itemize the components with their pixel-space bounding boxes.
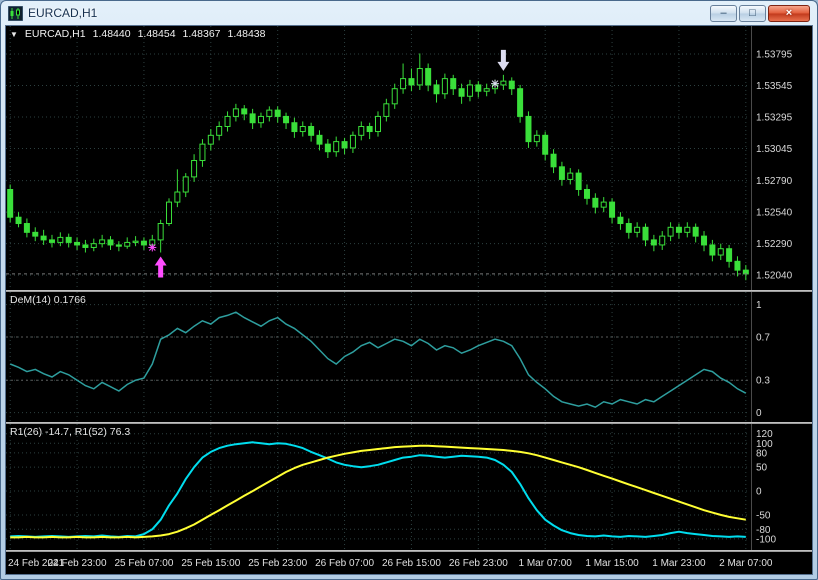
svg-text:1.53545: 1.53545 bbox=[756, 81, 793, 92]
close-icon: × bbox=[785, 6, 793, 19]
open-value: 1.48440 bbox=[92, 28, 131, 40]
svg-text:0.3: 0.3 bbox=[756, 376, 770, 387]
svg-text:25 Feb 07:00: 25 Feb 07:00 bbox=[114, 558, 173, 569]
svg-text:1.53045: 1.53045 bbox=[756, 144, 793, 155]
svg-text:1.52540: 1.52540 bbox=[756, 208, 793, 219]
price-chart-canvas[interactable]: 1.53795 1.53545 1.53295 1.53045 1.52790 1.525… bbox=[6, 26, 812, 290]
demarker-panel: 1 0.7 0.3 0 DeM(14) 0.1766 bbox=[6, 292, 812, 422]
chart-area: 1.53795 1.53545 1.53295 1.53045 1.52790 1.525… bbox=[5, 25, 813, 575]
svg-text:1: 1 bbox=[756, 300, 762, 311]
svg-text:26 Feb 07:00: 26 Feb 07:00 bbox=[315, 558, 374, 569]
svg-text:2 Mar 07:00: 2 Mar 07:00 bbox=[719, 558, 773, 569]
demarker-canvas[interactable]: 1 0.7 0.3 0 bbox=[6, 292, 812, 422]
svg-text:1.53795: 1.53795 bbox=[756, 50, 793, 61]
price-chart-panel: 1.53795 1.53545 1.53295 1.53045 1.52790 1.525… bbox=[6, 26, 812, 290]
svg-text:1.52290: 1.52290 bbox=[756, 239, 793, 250]
title-bar[interactable]: EURCAD,H1 – □ × bbox=[5, 1, 813, 25]
window-title: EURCAD,H1 bbox=[28, 6, 98, 20]
svg-text:25 Feb 23:00: 25 Feb 23:00 bbox=[248, 558, 307, 569]
svg-text:0: 0 bbox=[756, 487, 762, 498]
oscillator-canvas[interactable]: 12010080500-50-80-100 bbox=[6, 424, 812, 550]
svg-text:0.7: 0.7 bbox=[756, 333, 770, 344]
svg-text:1 Mar 15:00: 1 Mar 15:00 bbox=[585, 558, 639, 569]
ohlc-readout: ▼ EURCAD,H1 1.48440 1.48454 1.48367 1.48… bbox=[10, 28, 265, 40]
close-value: 1.48438 bbox=[227, 28, 266, 40]
close-button[interactable]: × bbox=[768, 4, 810, 22]
svg-text:1.52040: 1.52040 bbox=[756, 271, 793, 282]
symbol-label: EURCAD,H1 bbox=[24, 28, 86, 40]
demarker-label: DeM(14) 0.1766 bbox=[10, 294, 86, 306]
restore-button[interactable]: □ bbox=[739, 4, 766, 22]
symbol-dropdown-icon[interactable]: ▼ bbox=[10, 30, 18, 39]
svg-text:1 Mar 07:00: 1 Mar 07:00 bbox=[519, 558, 573, 569]
oscillator-label: R1(26) -14.7, R1(52) 76.3 bbox=[10, 426, 131, 438]
time-axis-canvas: 24 Feb 202124 Feb 23:00 25 Feb 07:00 25 Fe… bbox=[8, 558, 773, 569]
svg-text:24 Feb 23:00: 24 Feb 23:00 bbox=[48, 558, 107, 569]
svg-text:1.53295: 1.53295 bbox=[756, 113, 793, 124]
svg-text:1.52790: 1.52790 bbox=[756, 176, 793, 187]
oscillator-panel: 120 100 80 50 0 -50 -80 -100 R1(26) -14.7, R1(5… bbox=[6, 424, 812, 550]
svg-text:26 Feb 15:00: 26 Feb 15:00 bbox=[382, 558, 441, 569]
svg-text:80: 80 bbox=[756, 448, 768, 459]
low-value: 1.48367 bbox=[182, 28, 221, 40]
high-value: 1.48454 bbox=[137, 28, 176, 40]
time-axis[interactable]: 24 Feb 2021 24 Feb 23:00 25 Feb 07:00 25 Fe… bbox=[6, 552, 812, 574]
minimize-icon: – bbox=[720, 6, 727, 19]
svg-text:25 Feb 15:00: 25 Feb 15:00 bbox=[181, 558, 240, 569]
svg-text:0: 0 bbox=[756, 408, 762, 419]
restore-icon: □ bbox=[749, 6, 756, 19]
svg-text:26 Feb 23:00: 26 Feb 23:00 bbox=[449, 558, 508, 569]
svg-text:-50: -50 bbox=[756, 510, 771, 521]
minimize-button[interactable]: – bbox=[710, 4, 737, 22]
svg-text:1 Mar 23:00: 1 Mar 23:00 bbox=[652, 558, 706, 569]
svg-text:-100: -100 bbox=[756, 534, 776, 545]
chart-window-icon bbox=[7, 5, 24, 21]
terminal-window: EURCAD,H1 – □ × 1.53795 1.53545 1.53295 1.5… bbox=[0, 0, 818, 580]
svg-text:50: 50 bbox=[756, 463, 768, 474]
